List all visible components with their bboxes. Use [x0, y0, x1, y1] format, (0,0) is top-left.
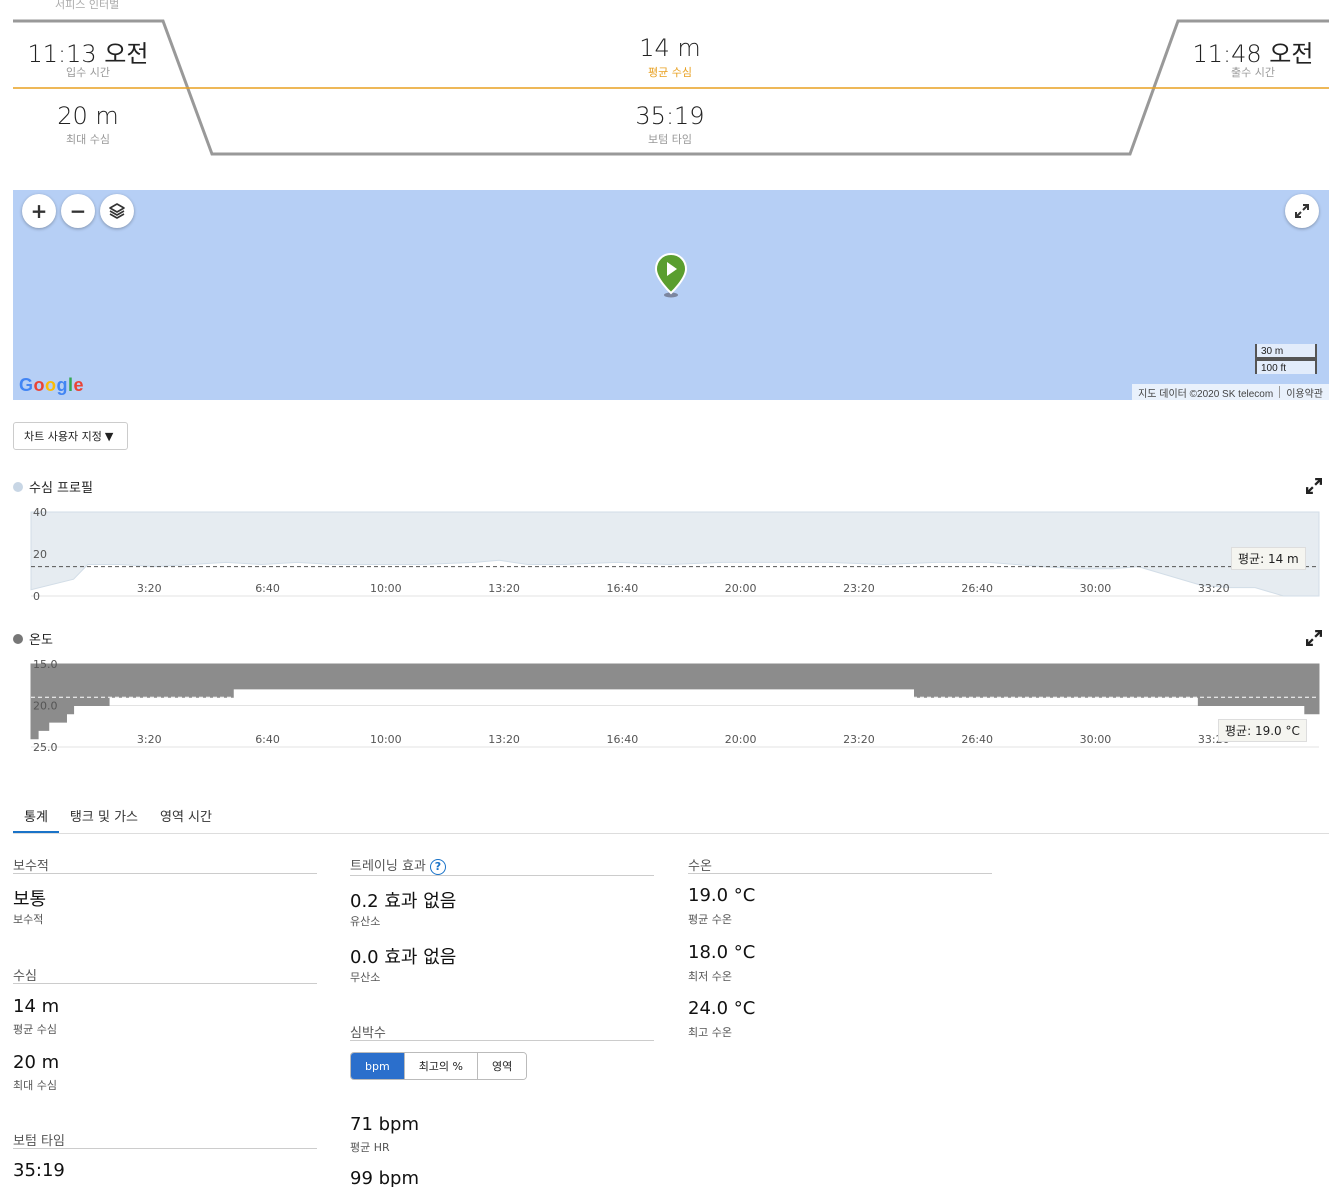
max-depth-stat-value: 20 m	[13, 1052, 60, 1073]
tab-tanks-gas[interactable]: 탱크 및 가스	[59, 800, 149, 833]
hr-bpm-option[interactable]: bpm	[351, 1053, 405, 1079]
x-tick-label: 26:40	[961, 733, 993, 746]
x-tick-label: 6:40	[255, 733, 280, 746]
heart-rate-unit-toggle: bpm 최고의 % 영역	[350, 1052, 528, 1080]
depth-section-title: 수심	[13, 969, 37, 984]
divider	[13, 873, 317, 874]
hr-max-percent-option[interactable]: 최고의 %	[404, 1053, 478, 1079]
conservatism-section-title: 보수적	[13, 859, 49, 874]
avg-depth-stat-label: 평균 수심	[13, 1023, 57, 1036]
y-tick-label: 15.0	[33, 658, 58, 671]
bottom-time-stat-value: 35:19	[13, 1160, 65, 1181]
temperature-area	[30, 663, 1320, 740]
heart-rate-section-title: 심박수	[350, 1026, 386, 1041]
y-tick-label: 25.0	[33, 741, 58, 754]
min-water-temp-value: 18.0 °C	[688, 942, 756, 963]
x-tick-label: 23:20	[843, 733, 875, 746]
avg-depth-stat-value: 14 m	[13, 996, 60, 1017]
aerobic-label: 유산소	[350, 915, 381, 928]
x-tick-label: 20:00	[725, 733, 757, 746]
tab-zone-time[interactable]: 영역 시간	[149, 800, 223, 833]
tab-stats[interactable]: 통계	[13, 800, 59, 833]
stats-tabs: 통계 탱크 및 가스 영역 시간	[13, 800, 1329, 834]
max-hr-value: 99 bpm	[350, 1168, 420, 1187]
conservatism-label: 보수적	[13, 913, 44, 926]
divider	[13, 1148, 317, 1149]
temp-chart: 25.0 20.0 15.0 3:20 6:40 10:00 13:20 16:40 20:00…	[30, 658, 1320, 754]
divider	[350, 1040, 654, 1041]
anaerobic-label: 무산소	[350, 971, 381, 984]
x-tick-label: 10:00	[370, 733, 402, 746]
avg-hr-label: 평균 HR	[350, 1141, 390, 1154]
x-tick-label: 3:20	[137, 733, 162, 746]
avg-hr-value: 71 bpm	[350, 1114, 420, 1135]
aerobic-value: 0.2 효과 없음	[350, 891, 457, 912]
min-water-temp-label: 최저 수온	[688, 970, 732, 983]
divider	[688, 873, 992, 874]
help-icon[interactable]: ?	[429, 858, 446, 875]
anaerobic-value: 0.0 효과 없음	[350, 947, 457, 968]
y-tick-label: 20.0	[33, 700, 58, 713]
x-tick-label: 16:40	[607, 733, 639, 746]
water-temp-section-title: 수온	[688, 859, 712, 874]
x-tick-label: 13:20	[488, 733, 520, 746]
divider	[350, 875, 654, 876]
avg-water-temp-value: 19.0 °C	[688, 885, 756, 906]
hr-zone-option[interactable]: 영역	[478, 1053, 527, 1079]
bottom-time-section-title: 보텀 타임	[13, 1134, 65, 1149]
max-water-temp-value: 24.0 °C	[688, 998, 756, 1019]
temp-avg-label: 평균: 19.0 °C	[1218, 719, 1307, 742]
training-effect-section-title: 트레이닝 효과?	[350, 855, 446, 875]
divider	[13, 983, 317, 984]
avg-water-temp-label: 평균 수온	[688, 913, 732, 926]
x-tick-label: 30:00	[1080, 733, 1112, 746]
conservatism-value: 보통	[13, 889, 47, 910]
max-water-temp-label: 최고 수온	[688, 1026, 732, 1039]
max-depth-stat-label: 최대 수심	[13, 1079, 57, 1092]
